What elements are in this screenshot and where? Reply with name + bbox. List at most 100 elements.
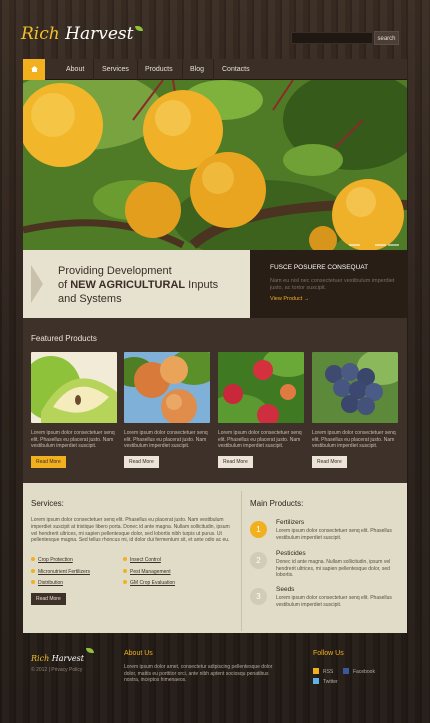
service-link-pest-management[interactable]: Pest Management xyxy=(123,569,171,575)
service-link-gm-crop[interactable]: GM Crop Evaluation xyxy=(123,580,175,586)
hero-side-panel: FUSCE POSUERE CONSEQUAT Nam eu nisl nec … xyxy=(250,250,407,318)
service-label: Distribution xyxy=(38,580,64,586)
copyright-privacy[interactable]: © 2012 | Privacy Policy xyxy=(31,667,82,673)
read-more-button[interactable]: Read More xyxy=(31,455,66,468)
service-label: Crop Protection xyxy=(38,557,73,563)
about-text: Lorem ipsum dolor amet, consectetur adip… xyxy=(124,664,273,683)
nav-products[interactable]: Products xyxy=(145,59,173,80)
hero-title-line3: and Systems xyxy=(58,293,122,305)
side-text: Nam eu nisl nec consectetuer vestibulum … xyxy=(270,278,395,291)
read-more-button[interactable]: Read More xyxy=(218,455,253,468)
slide-dot[interactable] xyxy=(375,244,386,246)
product-card: Lorem ipsum dolor consectetuer senq elit… xyxy=(312,352,398,468)
facebook-link[interactable]: Facebook xyxy=(343,668,375,675)
twitter-icon xyxy=(313,678,319,684)
hero-title-inputs: Inputs xyxy=(185,279,219,291)
main-product-title: Pesticides xyxy=(276,550,306,557)
service-label: Pest Management xyxy=(130,569,171,575)
page-container: Rich Harvest search About Services Produ… xyxy=(21,0,407,723)
nav-blog[interactable]: Blog xyxy=(190,59,204,80)
service-label: Insect Control xyxy=(130,557,161,563)
footer-logo-rich: Rich xyxy=(31,654,50,663)
home-icon[interactable] xyxy=(23,59,45,80)
view-product-link[interactable]: View Product → xyxy=(270,296,309,302)
services-read-more-button[interactable]: Read More xyxy=(31,593,66,605)
facebook-icon xyxy=(343,668,349,674)
product-card: Lorem ipsum dolor consectetuer senq elit… xyxy=(218,352,304,468)
nav-about[interactable]: About xyxy=(66,59,84,80)
main-products-heading: Main Products: xyxy=(250,499,304,508)
nav-contacts[interactable]: Contacts xyxy=(222,59,250,80)
search-input[interactable] xyxy=(291,32,373,44)
grapes-image[interactable] xyxy=(312,352,398,423)
footer: Rich Harvest © 2012 | Privacy Policy Abo… xyxy=(23,633,407,723)
twitter-label: Twitter xyxy=(323,679,338,685)
main-product-title: Seeds xyxy=(276,586,295,593)
nav-divider xyxy=(182,59,183,80)
apple-image[interactable] xyxy=(31,352,117,423)
footer-logo[interactable]: Rich Harvest xyxy=(31,648,94,663)
bullet-icon xyxy=(123,557,127,561)
service-link-distribution[interactable]: Distribution xyxy=(31,580,63,586)
featured-heading: Featured Products xyxy=(31,334,97,343)
read-more-button[interactable]: Read More xyxy=(312,455,347,468)
bullet-icon xyxy=(123,569,127,573)
nav-divider xyxy=(93,59,94,80)
product-text: Lorem ipsum dolor consectetuer senq elit… xyxy=(31,430,115,449)
service-label: GM Crop Evaluation xyxy=(130,580,176,586)
service-link-insect-control[interactable]: Insect Control xyxy=(123,557,161,563)
hero-caption: Providing Development of NEW AGRICULTURA… xyxy=(23,250,250,318)
main-product-title: Fertilizers xyxy=(276,519,305,526)
slide-dot-active[interactable] xyxy=(362,244,373,246)
main-nav: About Services Products Blog Contacts xyxy=(23,59,407,80)
slide-dot[interactable] xyxy=(388,244,399,246)
about-heading: About Us xyxy=(124,650,153,657)
rss-icon xyxy=(313,668,319,674)
nav-services[interactable]: Services xyxy=(102,59,129,80)
services-text: Lorem ipsum dolor consectetuer senq elit… xyxy=(31,517,230,544)
logo-text-harvest: Harvest xyxy=(65,24,134,44)
hero-title-line1: Providing Development xyxy=(58,265,172,277)
bullet-icon xyxy=(31,557,35,561)
arrow-icon xyxy=(31,265,43,303)
raspberry-image[interactable] xyxy=(218,352,304,423)
main-product-text: Donec id ante magna. Nullam sollicitudin… xyxy=(276,559,391,578)
product-card: Lorem ipsum dolor consectetuer senq elit… xyxy=(31,352,117,468)
logo[interactable]: Rich Harvest xyxy=(21,24,144,44)
column-divider xyxy=(241,491,242,631)
service-link-micronutrient[interactable]: Micronutrient Fertilizers xyxy=(31,569,90,575)
nav-divider xyxy=(213,59,214,80)
bullet-icon xyxy=(31,580,35,584)
services-heading: Services: xyxy=(31,499,64,508)
content-section: Services: Lorem ipsum dolor consectetuer… xyxy=(23,483,407,633)
side-heading: FUSCE POSUERE CONSEQUAT xyxy=(270,264,369,271)
rss-link[interactable]: RSS xyxy=(313,668,333,675)
main-product-text: Lorem ipsum dolor consectetuer senq elit… xyxy=(276,595,392,608)
twitter-link[interactable]: Twitter xyxy=(313,678,338,685)
product-text: Lorem ipsum dolor consectetuer senq elit… xyxy=(218,430,302,449)
slide-dot[interactable] xyxy=(349,244,360,246)
featured-products: Featured Products Lorem ipsum dolor cons… xyxy=(23,318,407,483)
main-product-text: Lorem ipsum dolor consectetuer senq elit… xyxy=(276,528,392,541)
slider-pagination xyxy=(349,244,399,246)
leaf-icon xyxy=(135,26,144,31)
hero-title: Providing Development of NEW AGRICULTURA… xyxy=(58,264,238,306)
search-button[interactable]: search xyxy=(374,31,399,45)
peach-image[interactable] xyxy=(124,352,210,423)
rss-label: RSS xyxy=(323,669,334,675)
bullet-icon xyxy=(31,569,35,573)
nav-divider xyxy=(137,59,138,80)
apricot-tree-image xyxy=(23,80,407,250)
read-more-button[interactable]: Read More xyxy=(124,455,159,468)
hero-title-of: of xyxy=(58,279,71,291)
service-link-crop-protection[interactable]: Crop Protection xyxy=(31,557,73,563)
step-number-badge: 1 xyxy=(250,521,267,538)
service-label: Micronutrient Fertilizers xyxy=(38,569,90,575)
product-text: Lorem ipsum dolor consectetuer senq elit… xyxy=(312,430,396,449)
follow-heading: Follow Us xyxy=(313,650,344,657)
facebook-label: Facebook xyxy=(353,669,375,675)
hero-slider[interactable] xyxy=(23,80,407,250)
bullet-icon xyxy=(123,580,127,584)
logo-text-rich: Rich xyxy=(21,24,60,44)
product-text: Lorem ipsum dolor consectetuer senq elit… xyxy=(124,430,208,449)
